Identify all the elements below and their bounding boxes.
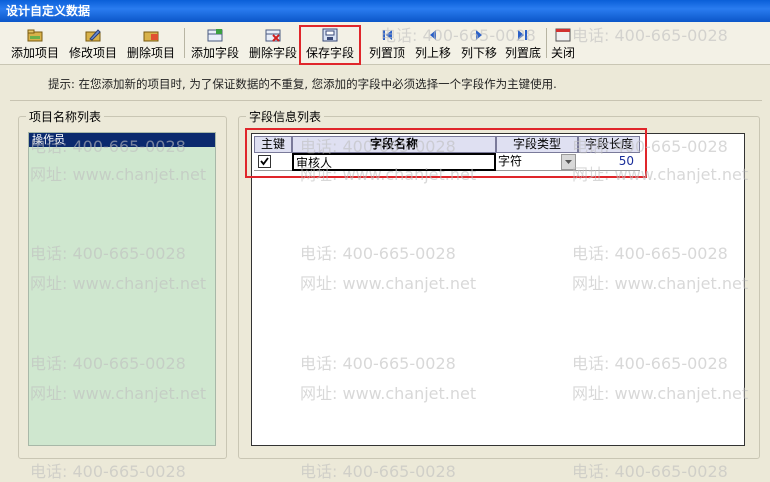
field-name-value: 审核人 <box>296 156 333 170</box>
move-top-icon <box>383 30 392 40</box>
watermark-phone: 电话: 400-665-0028 <box>30 462 186 481</box>
close-window-icon <box>555 28 571 42</box>
edit-folder-icon <box>85 29 101 42</box>
column-header-field-name[interactable]: 字段名称 <box>292 136 496 153</box>
field-grid[interactable]: 主键 字段名称 字段类型 字段长度 审核人 字符 50 <box>251 133 745 446</box>
field-length-cell[interactable]: 50 <box>578 153 640 171</box>
move-up-icon <box>430 30 436 40</box>
move-top-button[interactable]: 列置顶 <box>364 24 410 62</box>
move-down-icon <box>476 30 482 40</box>
primary-key-cell[interactable] <box>254 153 292 171</box>
window-title: 设计自定义数据 <box>6 4 91 18</box>
primary-key-checkbox[interactable] <box>258 155 271 168</box>
project-list[interactable]: 操作员 <box>28 132 216 446</box>
window-titlebar: 设计自定义数据 <box>0 0 770 22</box>
checkmark-icon <box>260 157 269 166</box>
edit-project-button[interactable]: 修改项目 <box>66 24 120 62</box>
toolbar-separator <box>546 28 547 58</box>
field-type-value: 字符 <box>498 154 523 168</box>
add-project-button[interactable]: 添加项目 <box>8 24 62 62</box>
list-item[interactable]: 操作员 <box>29 133 215 147</box>
move-down-button[interactable]: 列下移 <box>456 24 502 62</box>
save-field-icon <box>322 28 338 42</box>
project-list-title: 项目名称列表 <box>26 108 105 125</box>
save-field-button[interactable]: 保存字段 <box>302 24 358 62</box>
field-type-dropdown[interactable] <box>561 154 576 170</box>
move-bottom-button[interactable]: 列置底 <box>500 24 546 62</box>
close-button[interactable]: 关闭 <box>549 24 577 62</box>
field-grid-title: 字段信息列表 <box>246 108 325 125</box>
add-field-icon <box>207 29 223 42</box>
field-type-cell[interactable]: 字符 <box>496 153 578 171</box>
move-up-button[interactable]: 列上移 <box>410 24 456 62</box>
delete-project-button[interactable]: 删除项目 <box>124 24 178 62</box>
watermark-phone: 电话: 400-665-0028 <box>572 462 728 481</box>
delete-field-button[interactable]: 删除字段 <box>246 24 300 62</box>
column-header-primary-key[interactable]: 主键 <box>254 136 292 153</box>
field-name-cell[interactable]: 审核人 <box>292 153 496 171</box>
add-folder-icon <box>27 29 43 42</box>
chevron-down-icon <box>565 160 572 164</box>
column-header-field-length[interactable]: 字段长度 <box>578 136 640 153</box>
hint-text: 提示: 在您添加新的项目时, 为了保证数据的不重复, 您添加的字段中必须选择一个… <box>48 77 557 91</box>
hint-divider <box>10 100 762 101</box>
toolbar-separator <box>184 28 185 58</box>
watermark-phone: 电话: 400-665-0028 <box>300 462 456 481</box>
delete-folder-icon <box>143 31 159 42</box>
move-bottom-icon <box>518 30 527 40</box>
column-header-field-type[interactable]: 字段类型 <box>496 136 578 153</box>
add-field-button[interactable]: 添加字段 <box>188 24 242 62</box>
delete-field-icon <box>265 29 281 42</box>
toolbar: 添加项目 修改项目 删除项目 添加字段 删除字段 保存字段 列置顶 列上移 列下… <box>0 22 770 65</box>
